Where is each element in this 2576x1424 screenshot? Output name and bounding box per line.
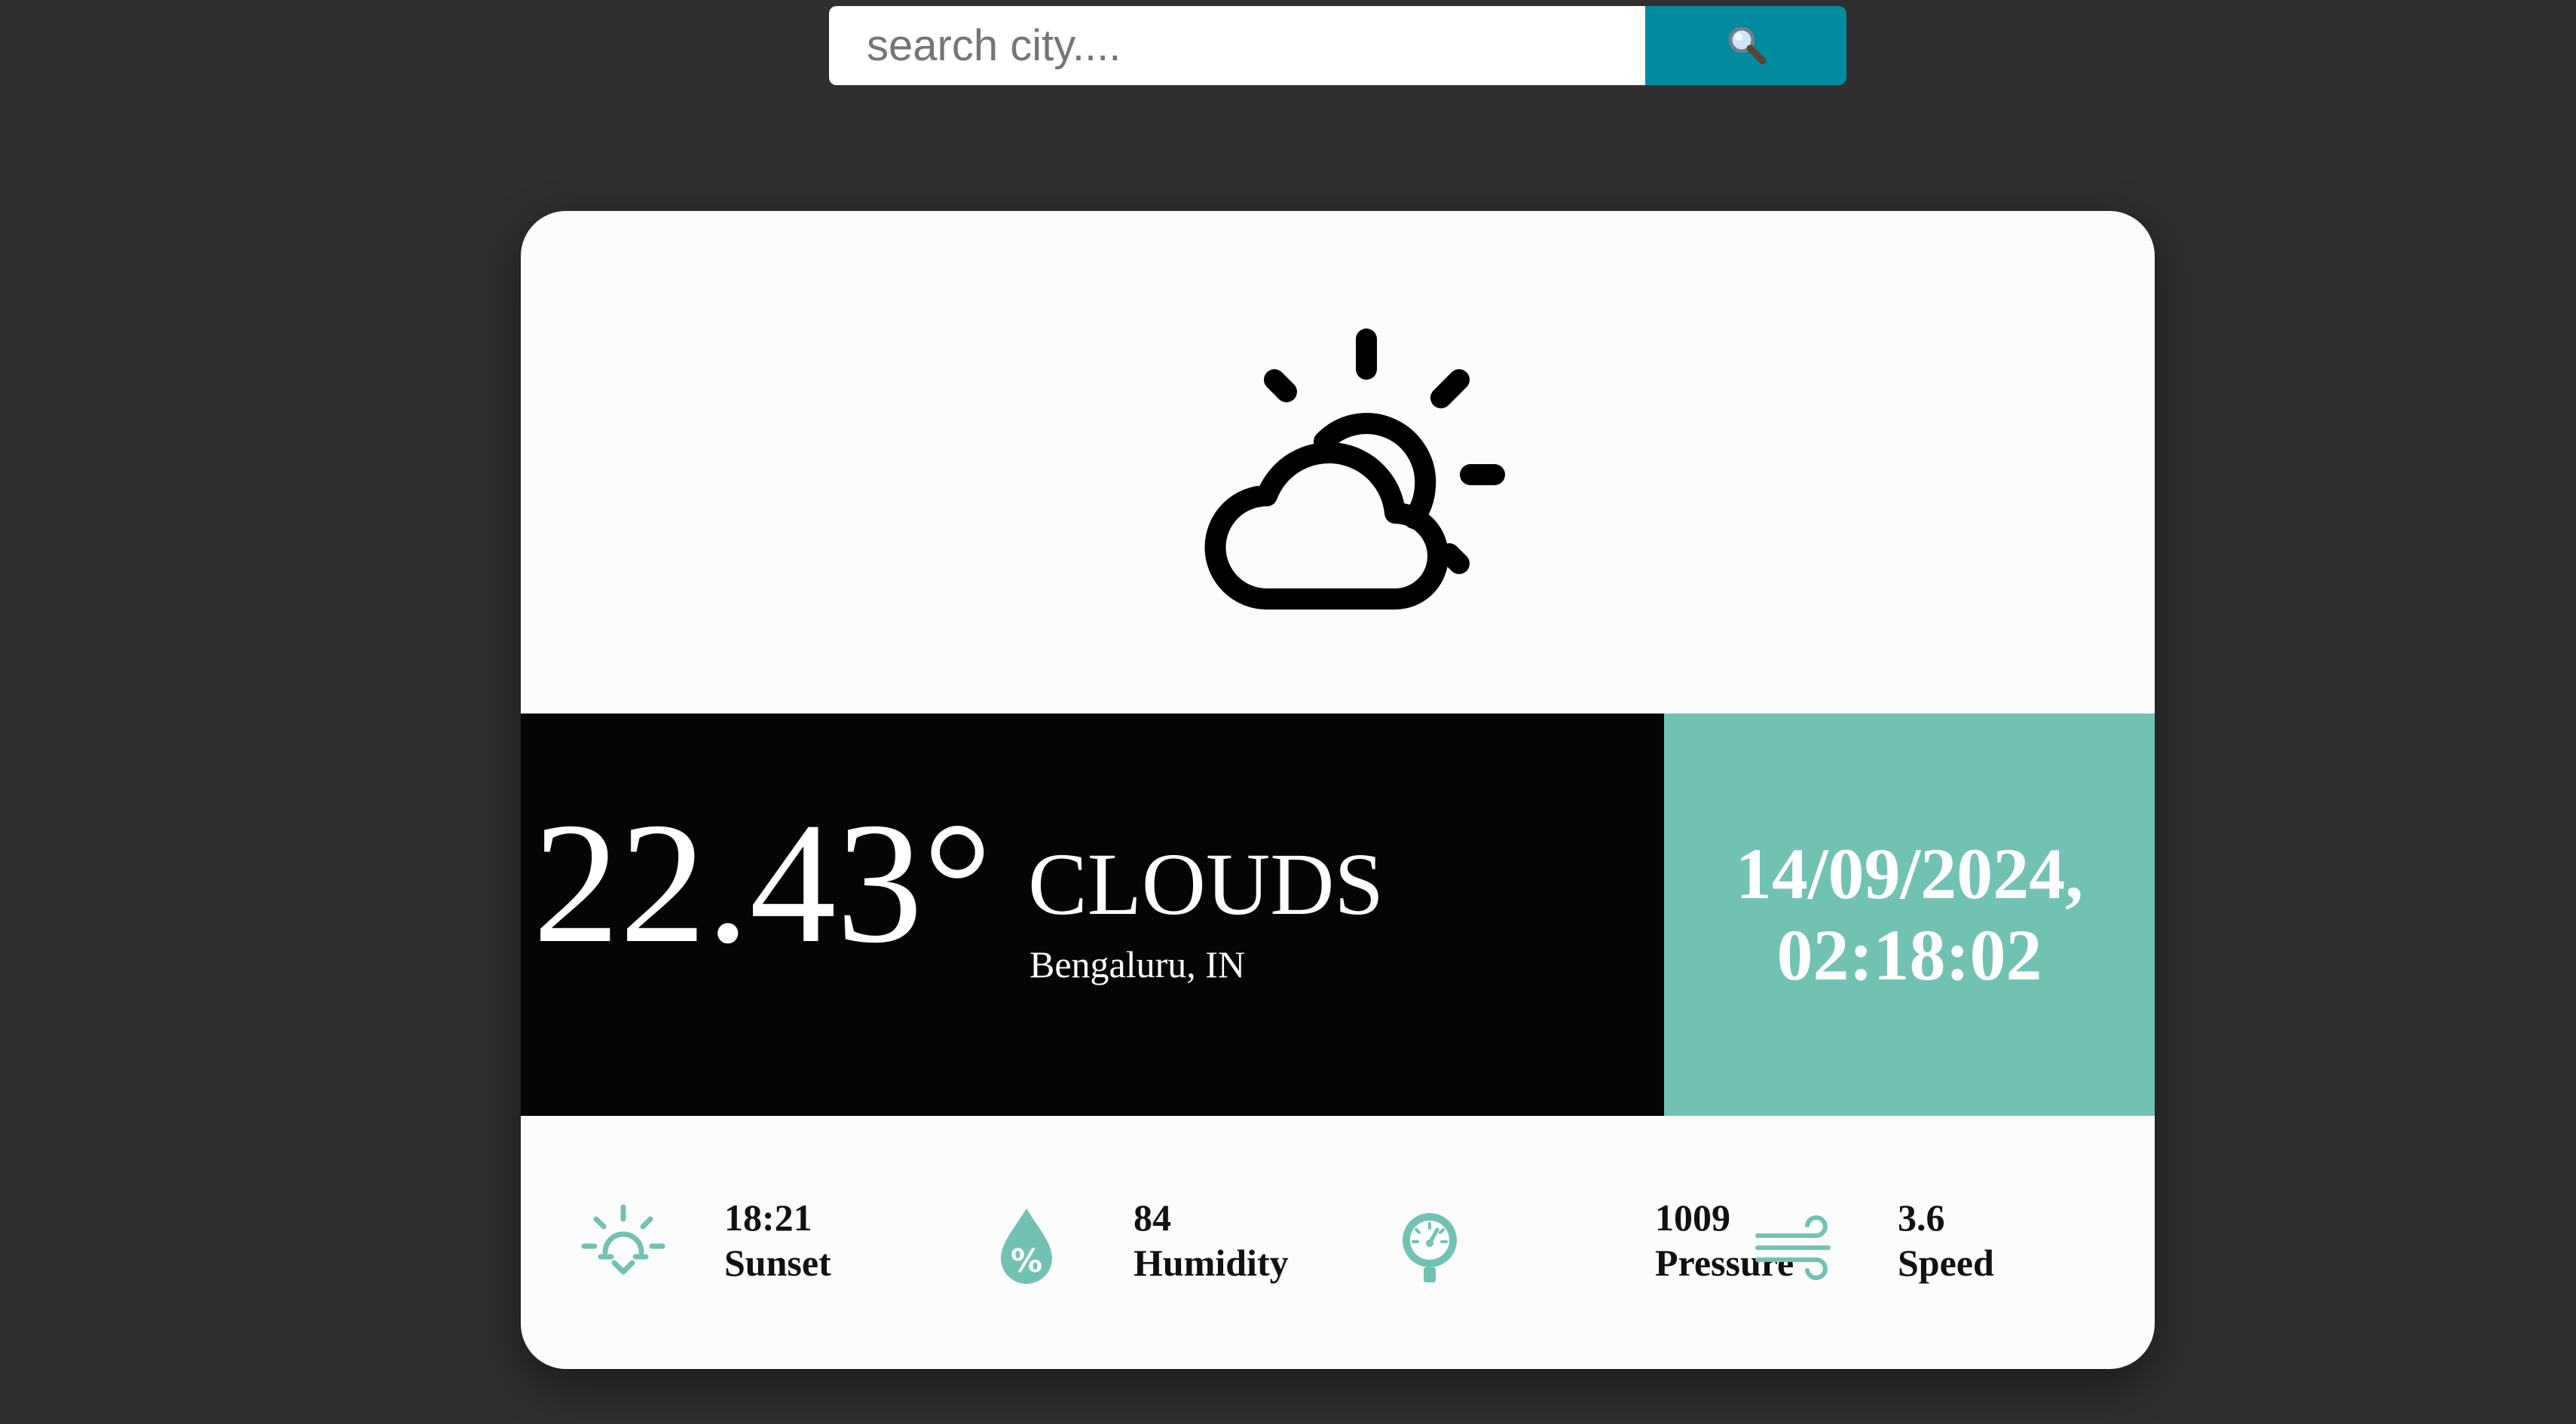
datetime-panel: 14/09/2024, 02:18:02 (1664, 714, 2155, 1116)
weather-card: 22.43° CLOUDS Bengaluru, IN 14/09/2024, … (521, 211, 2155, 1369)
pressure-gauge-icon (1403, 1213, 1457, 1282)
wind-speed-value: 3.6 (1898, 1196, 1945, 1239)
wind-speed-label: Speed (1898, 1242, 1994, 1284)
temperature: 22.43° (533, 787, 993, 979)
pressure-value: 1009 (1655, 1196, 1730, 1239)
search-bar (829, 6, 1846, 85)
date: 14/09/2024, (1735, 833, 2084, 915)
sunset-icon (581, 1204, 665, 1275)
svg-text:%: % (1011, 1242, 1042, 1279)
magnifying-glass-icon (1724, 22, 1769, 69)
stat-wind-speed: 3.6 Speed (1742, 1116, 2155, 1369)
sunset-value: 18:21 (724, 1196, 812, 1239)
stat-sunset: 18:21 Sunset (521, 1116, 928, 1369)
sunset-label: Sunset (724, 1242, 831, 1284)
location: Bengaluru, IN (1029, 943, 1246, 985)
weather-stats: 18:21 Sunset % 84 Humidity 1009 Pressure… (521, 1116, 2155, 1369)
current-weather-band: 22.43° CLOUDS Bengaluru, IN (521, 714, 1664, 1116)
humidity-label: Humidity (1134, 1242, 1289, 1284)
wind-icon (1755, 1215, 1831, 1280)
stat-pressure: 1009 Pressure (1335, 1116, 1794, 1369)
partly-cloudy-icon (1204, 328, 1505, 610)
time: 02:18:02 (1776, 915, 2042, 995)
humidity-icon: % (1001, 1209, 1052, 1284)
stat-humidity: % 84 Humidity (928, 1116, 1335, 1369)
search-input[interactable] (829, 6, 1645, 85)
weather-condition: CLOUDS (1028, 835, 1384, 934)
weather-icon-area (521, 211, 2155, 714)
search-button[interactable] (1645, 6, 1846, 85)
humidity-value: 84 (1134, 1196, 1171, 1239)
